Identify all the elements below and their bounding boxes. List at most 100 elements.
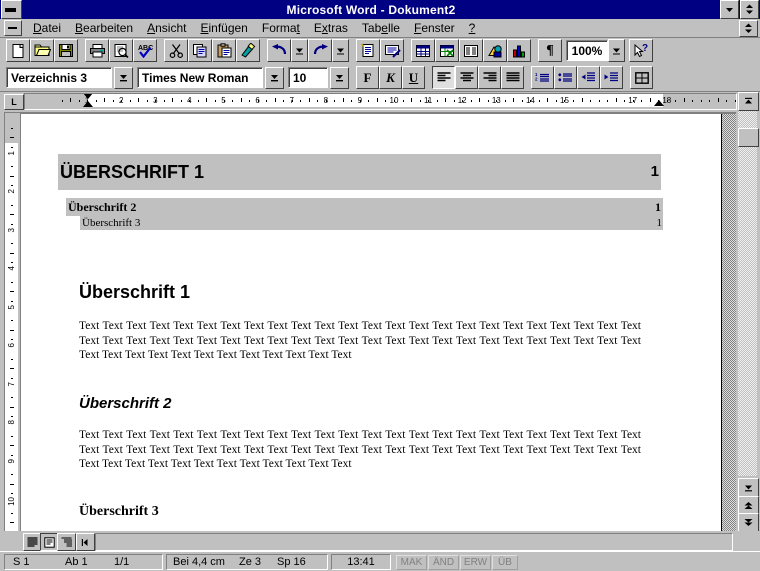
restore-button[interactable] (740, 0, 759, 19)
borders-button[interactable] (630, 66, 653, 89)
menu-hilfe[interactable]: ? (462, 20, 483, 36)
toc-entry-level2[interactable]: Überschrift 2 1 (66, 198, 663, 216)
vertical-scroll-track[interactable] (738, 111, 757, 476)
scroll-down-button[interactable] (738, 478, 759, 497)
columns-icon[interactable] (459, 39, 483, 62)
menu-bearbeiten[interactable]: Bearbeiten (68, 20, 140, 36)
next-page-button[interactable] (738, 513, 759, 532)
align-center-button[interactable] (455, 66, 478, 89)
status-flag-and[interactable]: ÄND (428, 555, 459, 570)
chart-icon[interactable] (507, 39, 531, 62)
status-page-count: 1/1 (114, 556, 130, 568)
menu-datei[interactable]: Datei (26, 20, 68, 36)
tab-selector-button[interactable]: L (4, 94, 24, 110)
autotext-icon[interactable] (380, 39, 404, 62)
document-page[interactable]: ÜBERSCHRIFT 1 1 Überschrift 2 1 Überschr… (21, 114, 722, 531)
decrease-indent-button[interactable] (577, 66, 600, 89)
font-size-combo[interactable]: 10 (288, 67, 328, 88)
show-paragraph-marks-icon[interactable]: ¶ (538, 39, 562, 62)
system-menu-button[interactable] (1, 0, 22, 19)
left-indent-marker[interactable] (83, 101, 93, 107)
toc-entry-level1[interactable]: ÜBERSCHRIFT 1 1 (58, 154, 661, 190)
scroll-up-button[interactable] (738, 92, 759, 111)
paste-clipboard-icon[interactable] (212, 39, 236, 62)
print-preview-icon[interactable] (109, 39, 133, 62)
vertical-ruler[interactable]: 1 2 3 4 5 6 7 8 9 10 (4, 112, 21, 532)
ruler-tick (479, 98, 480, 102)
table-of-contents[interactable]: ÜBERSCHRIFT 1 1 Überschrift 2 1 Überschr… (58, 154, 663, 230)
vruler-tick (11, 359, 13, 360)
document-system-menu-button[interactable] (4, 20, 22, 36)
outline-view-button[interactable] (57, 533, 76, 551)
undo-dropdown-icon[interactable] (291, 39, 308, 62)
increase-indent-button[interactable] (600, 66, 623, 89)
autoformat-icon[interactable] (356, 39, 380, 62)
status-flag-mak[interactable]: MAK (396, 555, 427, 570)
menu-fenster[interactable]: Fenster (407, 20, 462, 36)
vruler-tick (11, 205, 13, 206)
document-canvas[interactable]: ÜBERSCHRIFT 1 1 Überschrift 2 1 Überschr… (20, 112, 736, 531)
menu-tabelle[interactable]: Tabelle (355, 20, 407, 36)
first-line-indent-marker[interactable] (83, 94, 93, 99)
font-dropdown-icon[interactable] (265, 66, 284, 89)
vruler-tick (11, 185, 13, 186)
underline-button[interactable]: U (402, 66, 425, 89)
body-paragraph-2[interactable]: Text Text Text Text Text Text Text Text … (79, 428, 641, 472)
align-left-button[interactable] (432, 66, 455, 89)
font-combo[interactable]: Times New Roman (137, 67, 263, 88)
insert-table-icon[interactable] (411, 39, 435, 62)
zoom-combo[interactable]: 100% (566, 40, 608, 61)
style-combo[interactable]: Verzeichnis 3 (6, 67, 112, 88)
vruler-tick (11, 166, 13, 167)
new-document-icon[interactable] (6, 39, 30, 62)
format-painter-brush-icon[interactable] (236, 39, 260, 62)
redo-dropdown-icon[interactable] (332, 39, 349, 62)
spellcheck-abc-icon[interactable]: ABC (133, 39, 157, 62)
vertical-scrollbar[interactable] (737, 92, 759, 532)
scroll-left-button[interactable] (76, 533, 95, 551)
status-flag-ueb[interactable]: ÜB (492, 555, 518, 570)
menu-format[interactable]: Format (255, 20, 307, 36)
zoom-dropdown-icon[interactable] (608, 39, 625, 62)
copy-icon[interactable] (188, 39, 212, 62)
menu-ansicht[interactable]: Ansicht (140, 20, 193, 36)
italic-button[interactable]: K (379, 66, 402, 89)
save-disk-icon[interactable] (54, 39, 78, 62)
bulleted-list-button[interactable] (554, 66, 577, 89)
horizontal-scroll-track[interactable] (95, 533, 733, 551)
align-justify-button[interactable] (501, 66, 524, 89)
toc-entry-level3[interactable]: Überschrift 3 1 (80, 216, 663, 230)
vertical-scroll-thumb[interactable] (738, 128, 759, 147)
minimize-button[interactable] (720, 0, 739, 19)
redo-arrow-icon[interactable] (308, 39, 332, 62)
open-folder-icon[interactable] (30, 39, 54, 62)
vruler-tick-label: 5 (7, 304, 16, 309)
menu-extras[interactable]: Extras (307, 20, 355, 36)
document-restore-button[interactable] (739, 20, 758, 37)
cut-scissors-icon[interactable] (164, 39, 188, 62)
horizontal-ruler[interactable]: 1234567891011121314151718 (24, 93, 737, 110)
toc-entry-text: ÜBERSCHRIFT 1 (60, 162, 205, 182)
ruler-tick (300, 100, 301, 102)
right-indent-marker[interactable] (654, 100, 664, 106)
drawing-icon[interactable] (483, 39, 507, 62)
menu-einfuegen[interactable]: Einfügen (193, 20, 254, 36)
heading-1[interactable]: Überschrift 1 (79, 282, 190, 303)
help-pointer-icon[interactable]: ? (629, 39, 653, 62)
font-size-dropdown-icon[interactable] (330, 66, 349, 89)
numbered-list-button[interactable]: 12 (531, 66, 554, 89)
heading-3[interactable]: Überschrift 3 (79, 504, 159, 520)
printer-icon[interactable] (85, 39, 109, 62)
heading-2[interactable]: Überschrift 2 (79, 395, 172, 412)
undo-arrow-icon[interactable] (267, 39, 291, 62)
insert-excel-table-icon[interactable] (435, 39, 459, 62)
ruler-tick (164, 100, 165, 102)
align-right-button[interactable] (478, 66, 501, 89)
ruler-tick (241, 98, 242, 102)
bold-button[interactable]: F (356, 66, 379, 89)
status-flag-erw[interactable]: ERW (460, 555, 491, 570)
vruler-tick (11, 282, 13, 283)
body-paragraph-1[interactable]: Text Text Text Text Text Text Text Text … (79, 319, 641, 363)
vruler-tick-label: 9 (7, 458, 16, 463)
style-dropdown-icon[interactable] (114, 66, 133, 89)
